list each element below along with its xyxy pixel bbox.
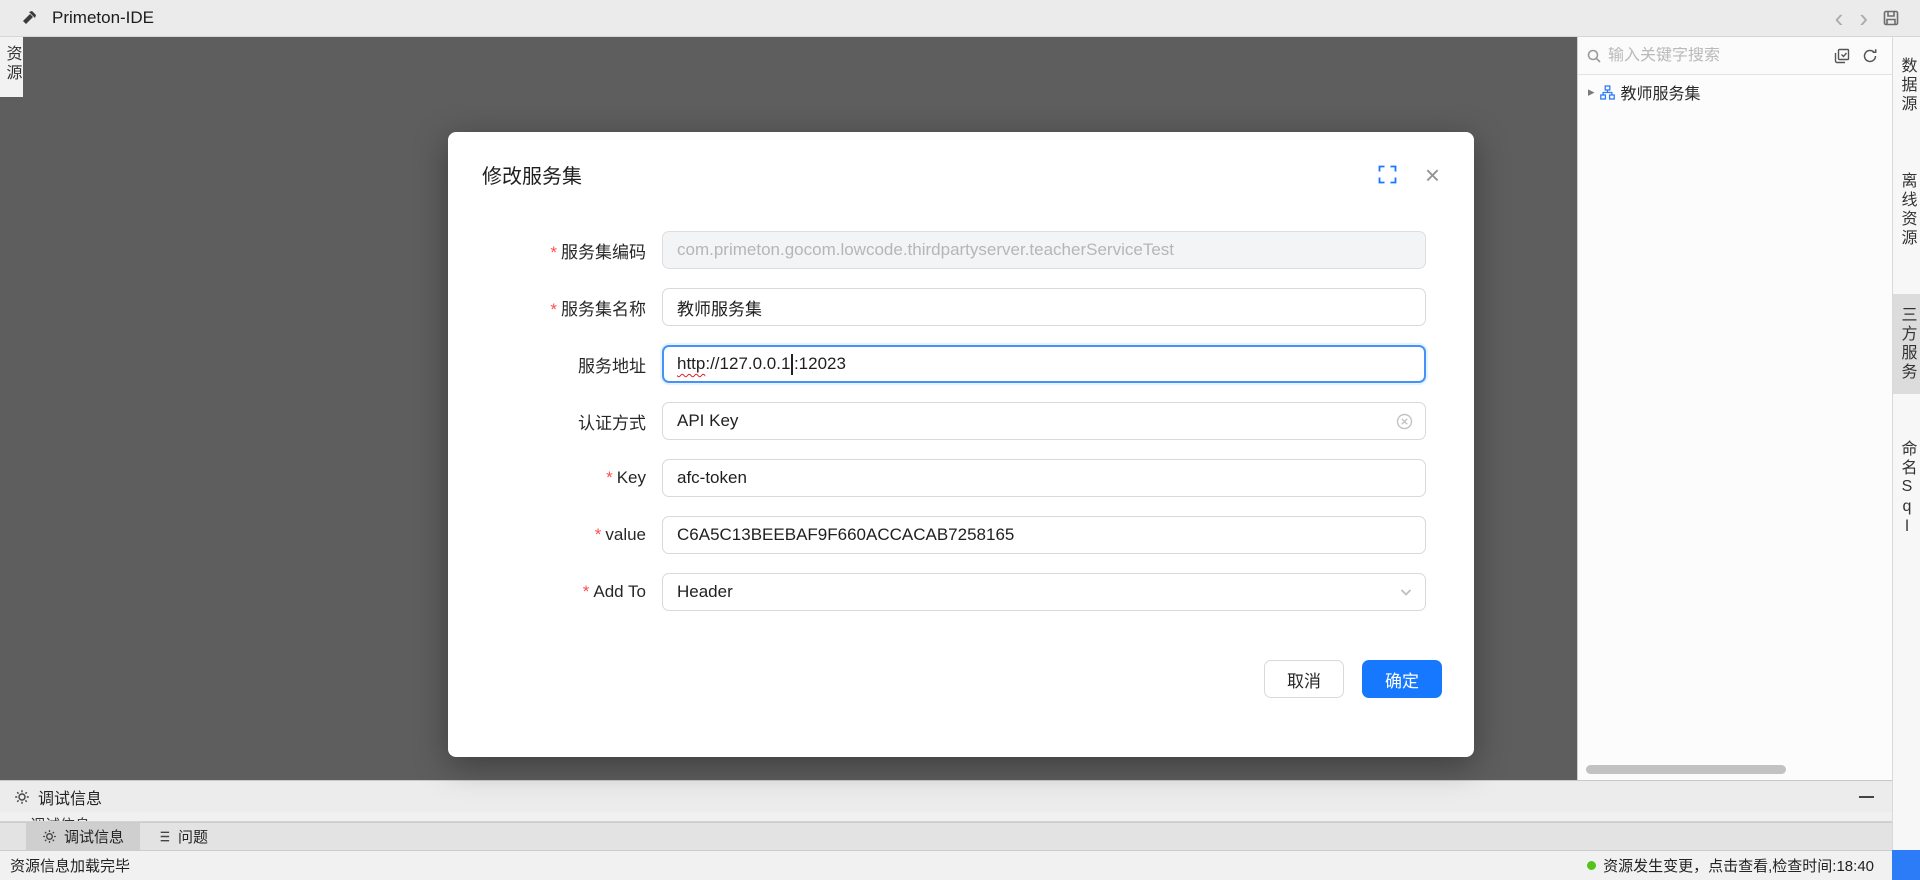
- field-service-address: 服务地址 http://127.0.0.1:12023: [448, 345, 1426, 383]
- service-address-scheme: http: [677, 354, 705, 374]
- dialog-title: 修改服务集: [482, 160, 582, 189]
- tab-problems[interactable]: 问题: [140, 823, 224, 850]
- status-right-text[interactable]: 资源发生变更，点击查看,检查时间:18:40: [1603, 855, 1874, 876]
- service-address-input[interactable]: http://127.0.0.1:12023: [662, 345, 1426, 383]
- ok-button[interactable]: 确定: [1362, 660, 1442, 698]
- modify-service-set-dialog: 修改服务集 × *服务集编码 com.primeton.gocom.lowcod…: [448, 132, 1474, 757]
- debug-clipped-text: 调试信息: [0, 814, 1892, 822]
- status-success-dot-icon: [1587, 861, 1596, 870]
- auth-method-value: API Key: [677, 411, 738, 431]
- app-logo-icon: [14, 9, 44, 27]
- tab-debug-info[interactable]: 调试信息: [26, 823, 140, 850]
- field-add-to-label: *Add To: [448, 582, 646, 602]
- tree-expand-caret-icon[interactable]: ▸: [1588, 84, 1595, 100]
- chevron-down-icon: [1399, 574, 1413, 610]
- auth-method-select[interactable]: API Key: [662, 402, 1426, 440]
- sidebar-tab-resources-label: 资源: [0, 45, 24, 83]
- status-bar: 资源信息加载完毕 资源发生变更，点击查看,检查时间:18:40: [0, 850, 1920, 880]
- bottom-tab-bar: 调试信息 问题: [0, 822, 1892, 850]
- strip-tab-offline-resources[interactable]: 离线资源: [1893, 160, 1920, 260]
- required-marker: *: [550, 243, 557, 262]
- search-icon: [1586, 48, 1602, 64]
- fullscreen-icon[interactable]: [1378, 165, 1397, 184]
- close-icon[interactable]: ×: [1425, 165, 1440, 185]
- tab-problems-label: 问题: [178, 826, 208, 847]
- field-service-set-name-label: *服务集名称: [448, 295, 646, 320]
- debug-icon: [14, 789, 30, 805]
- strip-tab-thirdparty-services-label: 三方服务: [1895, 306, 1919, 382]
- required-marker: *: [606, 468, 613, 487]
- field-auth-method-label: 认证方式: [448, 409, 646, 434]
- key-input[interactable]: afc-token: [662, 459, 1426, 497]
- debug-clipped-row: 调试信息: [0, 812, 1892, 822]
- nav-forward-icon[interactable]: ›: [1851, 3, 1876, 33]
- required-marker: *: [550, 300, 557, 319]
- service-set-icon: [1600, 85, 1615, 100]
- required-marker: *: [583, 582, 590, 601]
- top-bar: Primeton-IDE ‹ ›: [0, 0, 1920, 37]
- clear-icon[interactable]: [1396, 403, 1413, 439]
- service-address-port: :12023: [794, 354, 846, 374]
- value-input[interactable]: C6A5C13BEEBAF9F660ACCACAB7258165: [662, 516, 1426, 554]
- save-icon[interactable]: [1876, 9, 1906, 27]
- strip-tab-named-sql[interactable]: 命名Sql: [1893, 428, 1920, 550]
- collapse-all-icon[interactable]: [1828, 48, 1856, 64]
- field-auth-method: 认证方式 API Key: [448, 402, 1426, 440]
- nav-back-icon[interactable]: ‹: [1827, 3, 1852, 33]
- strip-tab-thirdparty-services[interactable]: 三方服务: [1893, 294, 1920, 394]
- add-to-select[interactable]: Header: [662, 573, 1426, 611]
- horizontal-scrollbar-thumb[interactable]: [1586, 765, 1786, 774]
- debug-info-panel-header[interactable]: 调试信息: [0, 780, 1892, 812]
- debug-clipped-label: 调试信息: [30, 814, 90, 822]
- add-to-value: Header: [677, 582, 733, 602]
- right-tool-strip: 数据源 离线资源 三方服务 命名Sql: [1892, 37, 1920, 850]
- dialog-form: *服务集编码 com.primeton.gocom.lowcode.thirdp…: [448, 231, 1474, 630]
- field-service-set-code-label: *服务集编码: [448, 238, 646, 263]
- refresh-icon[interactable]: [1856, 48, 1884, 64]
- field-service-address-label: 服务地址: [448, 352, 646, 377]
- strip-tab-offline-resources-label: 离线资源: [1895, 172, 1919, 248]
- debug-panel-title: 调试信息: [38, 785, 102, 809]
- service-address-host: ://127.0.0.1: [705, 354, 790, 374]
- tab-debug-info-label: 调试信息: [64, 826, 124, 847]
- key-value: afc-token: [677, 468, 747, 488]
- dialog-header: 修改服务集 ×: [448, 132, 1474, 189]
- service-set-name-value: 教师服务集: [677, 295, 762, 320]
- service-set-code-value: com.primeton.gocom.lowcode.thirdpartyser…: [677, 240, 1174, 260]
- field-value: *value C6A5C13BEEBAF9F660ACCACAB7258165: [448, 516, 1426, 554]
- sidebar-tab-resources[interactable]: 资源: [0, 37, 23, 97]
- strip-tab-named-sql-label: 命名Sql: [1895, 440, 1919, 538]
- dialog-footer: 取消 确定: [448, 660, 1474, 698]
- tree-item-teacher-service-set[interactable]: ▸ 教师服务集: [1578, 75, 1892, 109]
- service-set-code-input: com.primeton.gocom.lowcode.thirdpartyser…: [662, 231, 1426, 269]
- field-value-label: *value: [448, 525, 646, 545]
- service-set-name-input[interactable]: 教师服务集: [662, 288, 1426, 326]
- search-input[interactable]: [1608, 47, 1828, 65]
- strip-tab-datasource[interactable]: 数据源: [1893, 45, 1920, 126]
- resource-panel: ▸ 教师服务集: [1577, 37, 1892, 780]
- strip-tab-datasource-label: 数据源: [1895, 57, 1919, 114]
- corner-notification-block[interactable]: [1892, 850, 1920, 880]
- app-title: Primeton-IDE: [52, 8, 154, 28]
- status-left-text: 资源信息加载完毕: [10, 855, 130, 876]
- required-marker: *: [595, 525, 602, 544]
- field-key-label: *Key: [448, 468, 646, 488]
- field-key: *Key afc-token: [448, 459, 1426, 497]
- cancel-button[interactable]: 取消: [1264, 660, 1344, 698]
- search-row: [1578, 37, 1892, 75]
- text-caret: [791, 354, 793, 375]
- minimize-icon[interactable]: [1859, 796, 1874, 798]
- field-service-set-name: *服务集名称 教师服务集: [448, 288, 1426, 326]
- field-service-set-code: *服务集编码 com.primeton.gocom.lowcode.thirdp…: [448, 231, 1426, 269]
- horizontal-scrollbar[interactable]: [1586, 765, 1866, 774]
- field-add-to: *Add To Header: [448, 573, 1426, 611]
- tree-item-label: 教师服务集: [1621, 80, 1701, 104]
- value-value: C6A5C13BEEBAF9F660ACCACAB7258165: [677, 525, 1014, 545]
